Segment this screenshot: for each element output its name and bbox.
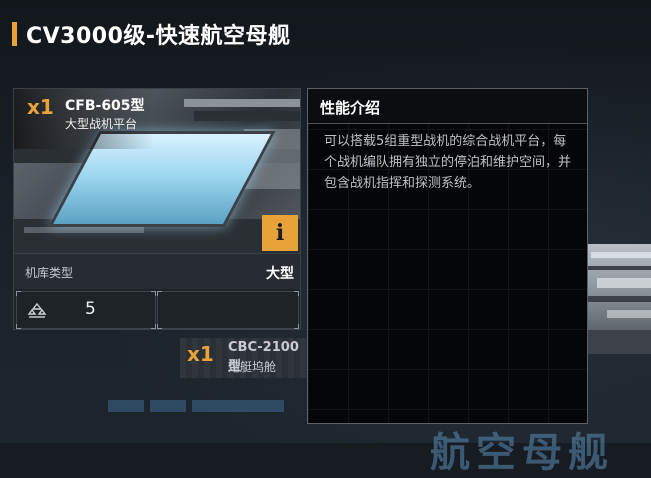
- aircraft-group-icon: [27, 302, 47, 318]
- craft-count-cell: 5: [16, 291, 156, 329]
- stat-row: 5: [14, 289, 300, 329]
- background-faded-text: 航空母舰: [430, 430, 614, 476]
- module-subtitle: 炮艇坞舱: [228, 360, 277, 374]
- info-panel-description: 可以搭载5组重型战机的综合战机平台，每个战机编队拥有独立的停泊和维护空间，并包含…: [324, 134, 572, 191]
- deco-stripe: [108, 400, 144, 412]
- page-title: CV3000级-快速航空母舰: [26, 24, 291, 49]
- module-multiplier: x1: [187, 342, 214, 366]
- ship-model-image: [587, 244, 651, 354]
- deco-stripe: [192, 400, 284, 412]
- info-panel-title: 性能介绍: [320, 99, 381, 117]
- empty-stat-cell: [157, 291, 299, 329]
- info-button[interactable]: i: [262, 215, 298, 251]
- module-image: x1 CFB-605型 大型战机平台 i: [14, 89, 300, 253]
- craft-count-value: 5: [85, 299, 96, 319]
- module-code: CFB-605型: [65, 98, 145, 114]
- deco-stripe: [150, 400, 186, 412]
- secondary-module-card[interactable]: x1 CBC-2100型 炮艇坞舱: [180, 338, 310, 378]
- hangar-type-value: 大型: [266, 266, 294, 282]
- info-panel-header: 性能介绍: [308, 89, 587, 124]
- hangar-type-label: 机库类型: [25, 266, 74, 280]
- info-panel: 性能介绍 可以搭载5组重型战机的综合战机平台，每个战机编队拥有独立的停泊和维护空…: [307, 88, 588, 424]
- module-subtitle: 大型战机平台: [65, 117, 138, 131]
- hangar-type-row: 机库类型 大型: [14, 253, 300, 290]
- title-accent-bar: [12, 22, 17, 46]
- hangar-module-card[interactable]: x1 CFB-605型 大型战机平台 i 机库类型 大型 5: [13, 88, 301, 330]
- module-multiplier: x1: [27, 95, 54, 119]
